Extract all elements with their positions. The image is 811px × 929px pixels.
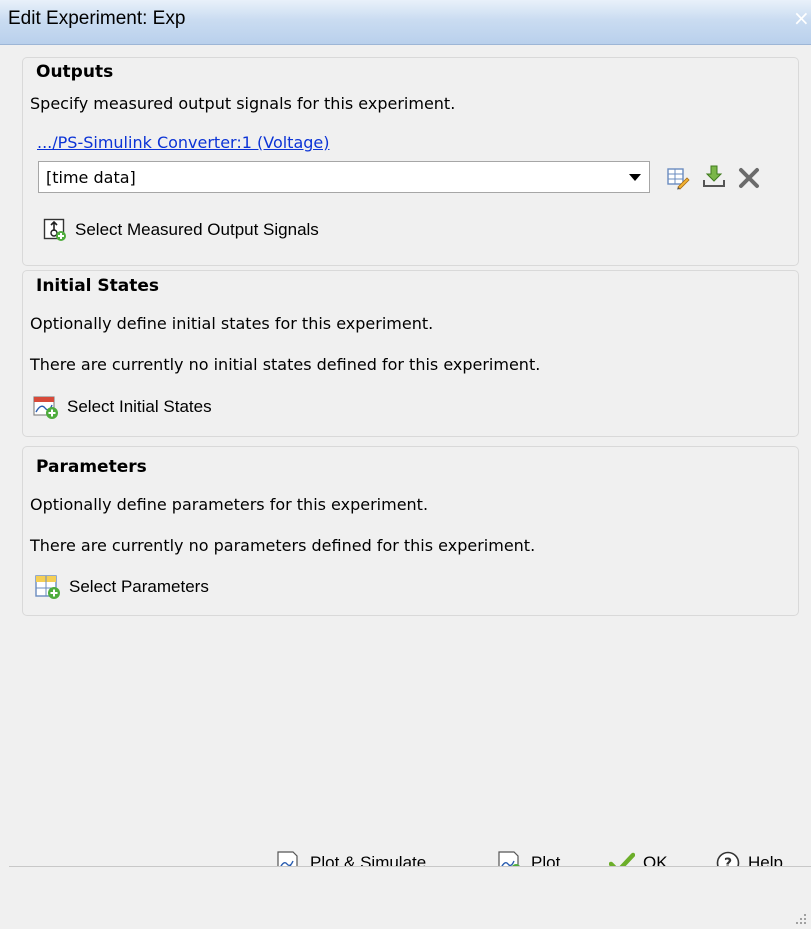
- import-data-icon[interactable]: [702, 164, 726, 188]
- delete-icon[interactable]: [737, 166, 761, 190]
- select-measured-output-signals-button[interactable]: Select Measured Output Signals: [43, 215, 319, 245]
- status-bar: [9, 866, 811, 929]
- initial-states-panel: Initial States Optionally define initial…: [22, 270, 799, 437]
- parameters-heading: Parameters: [36, 457, 147, 477]
- window-title: Edit Experiment: Exp: [8, 8, 186, 29]
- parameters-panel: Parameters Optionally define parameters …: [22, 446, 799, 616]
- select-initial-states-label: Select Initial States: [67, 397, 212, 416]
- select-signals-icon: [43, 218, 66, 241]
- signal-link[interactable]: .../PS-Simulink Converter:1 (Voltage): [37, 133, 330, 152]
- close-icon[interactable]: ×: [793, 6, 810, 30]
- chevron-down-icon[interactable]: [629, 174, 641, 181]
- outputs-heading: Outputs: [36, 62, 114, 82]
- select-parameters-label: Select Parameters: [69, 577, 209, 596]
- data-select-value: [time data]: [46, 168, 136, 187]
- initial-states-description: Optionally define initial states for thi…: [30, 314, 434, 333]
- initial-states-heading: Initial States: [36, 276, 160, 296]
- outputs-panel: Outputs Specify measured output signals …: [22, 57, 799, 266]
- select-initial-states-button[interactable]: Select Initial States: [33, 392, 212, 422]
- initial-states-status: There are currently no initial states de…: [30, 355, 541, 374]
- data-select[interactable]: [time data]: [38, 161, 650, 193]
- edit-data-icon[interactable]: [666, 166, 690, 190]
- select-parameters-button[interactable]: Select Parameters: [35, 572, 209, 602]
- select-measured-output-signals-label: Select Measured Output Signals: [75, 220, 319, 239]
- parameters-icon: [35, 575, 60, 599]
- parameters-description: Optionally define parameters for this ex…: [30, 495, 429, 514]
- outputs-description: Specify measured output signals for this…: [30, 94, 456, 113]
- parameters-status: There are currently no parameters define…: [30, 536, 536, 555]
- dialog-body: Outputs Specify measured output signals …: [9, 45, 811, 875]
- initial-states-icon: [33, 396, 58, 419]
- resize-grip-icon[interactable]: [793, 911, 807, 925]
- title-bar: Edit Experiment: Exp ×: [0, 0, 811, 45]
